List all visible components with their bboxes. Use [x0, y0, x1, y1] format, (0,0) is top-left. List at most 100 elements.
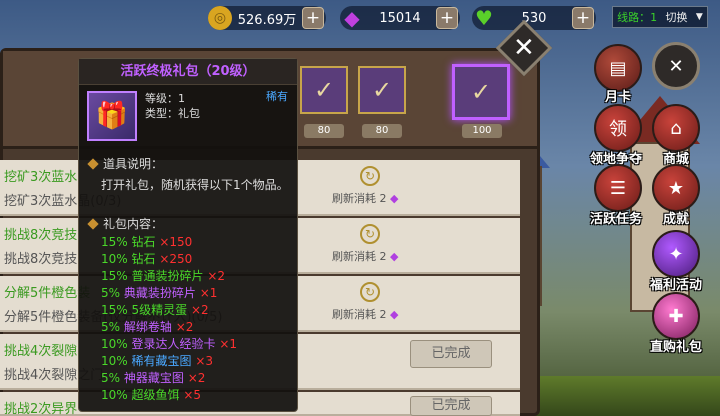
reward-chest-selected[interactable]: ✓: [452, 64, 510, 120]
side-menu-label: 直购礼包: [649, 340, 702, 355]
stamina-currency: ♥ 530 +: [472, 6, 596, 30]
refresh-cost: 刷新消耗 2 ◆: [332, 190, 398, 206]
side-menu-label: 成就: [662, 212, 689, 227]
reward-count: ×2: [190, 303, 209, 317]
reward-count: ×250: [159, 252, 193, 266]
gem-icon: ◆: [390, 192, 399, 205]
gift-box-icon: 🎁: [87, 91, 137, 141]
server-line-selector[interactable]: 线路：1 切换 ▼: [612, 6, 708, 28]
territory-icon[interactable]: 领: [594, 104, 642, 152]
refresh-icon[interactable]: ↻: [360, 224, 380, 244]
add-gems-button[interactable]: +: [436, 7, 458, 29]
reward-name: 解绑卷轴: [123, 320, 172, 334]
task-title: 挖矿3次蓝水: [4, 170, 78, 185]
reward-item: 15% 5级精灵蛋 ×2: [101, 303, 209, 317]
refresh-cost-text: 刷新消耗 2: [332, 192, 387, 205]
gem-icon: ◆: [390, 250, 399, 263]
reward-chest[interactable]: ✓: [300, 66, 348, 114]
reward-name: 普通装扮碎片: [131, 269, 204, 283]
refresh-cost-text: 刷新消耗 2: [332, 308, 387, 321]
refresh-cost: 刷新消耗 2 ◆: [332, 306, 398, 322]
reward-count: ×3: [195, 354, 214, 368]
refresh-icon[interactable]: ↻: [360, 282, 380, 302]
welfare-icon[interactable]: ✦: [652, 230, 700, 278]
reward-item: 10% 超级鱼饵 ×5: [101, 388, 201, 402]
reward-name: 钻石: [131, 252, 156, 266]
reward-count: ×2: [175, 320, 194, 334]
active-task-icon[interactable]: ☰: [594, 164, 642, 212]
reward-item: 10% 稀有藏宝图 ×3: [101, 354, 213, 368]
item-type: 类型：礼包: [145, 107, 200, 120]
chest-threshold: 100: [462, 124, 502, 138]
diamond-bullet-icon: [87, 158, 99, 170]
reward-pct: 5%: [101, 320, 121, 334]
reward-count: ×150: [159, 235, 193, 249]
task-detail: 挑战8次竞技: [4, 252, 78, 267]
reward-name: 5级精灵蛋: [131, 303, 188, 317]
gold-coin-icon: ◎: [208, 6, 232, 30]
reward-count: ×5: [183, 388, 202, 402]
side-menu-label: 福利活动: [649, 278, 702, 293]
item-level: 等级：1: [145, 92, 185, 105]
reward-chest[interactable]: ✓: [358, 66, 406, 114]
refresh-cost: 刷新消耗 2 ◆: [332, 248, 398, 264]
shop-icon[interactable]: ⌂: [652, 104, 700, 152]
close-menu-icon[interactable]: ✕: [652, 42, 700, 90]
gem-icon: ◆: [344, 6, 360, 30]
gold-currency: ◎ 526.69万 +: [208, 6, 326, 30]
tooltip-title: 活跃终极礼包（20级）: [79, 59, 297, 85]
chest-threshold: 80: [304, 124, 344, 138]
reward-pct: 15%: [101, 269, 128, 283]
diamond-bullet-icon: [87, 218, 99, 230]
reward-pct: 10%: [101, 354, 128, 368]
switch-label: 切换: [665, 11, 688, 24]
contents-header: 礼包内容：: [87, 215, 164, 232]
desc-header-text: 道具说明：: [103, 157, 164, 171]
reward-item: 10% 登录达人经验卡 ×1: [101, 337, 237, 351]
reward-name: 典藏装扮碎片: [123, 286, 196, 300]
reward-pct: 10%: [101, 252, 128, 266]
add-stamina-button[interactable]: +: [572, 7, 594, 29]
reward-item: 5% 典藏装扮碎片 ×1: [101, 286, 217, 300]
chevron-down-icon: ▼: [695, 12, 703, 22]
task-title: 挑战2次异界: [4, 402, 78, 416]
reward-count: ×2: [187, 371, 206, 385]
contents-header-text: 礼包内容：: [103, 217, 164, 231]
add-gold-button[interactable]: +: [302, 7, 324, 29]
gold-amount: 526.69万: [237, 12, 297, 28]
refresh-cost-text: 刷新消耗 2: [332, 250, 387, 263]
heart-icon: ♥: [475, 6, 493, 30]
month-card-icon[interactable]: ▤: [594, 44, 642, 92]
reward-item: 10% 钻石 ×250: [101, 252, 192, 266]
reward-name: 超级鱼饵: [131, 388, 180, 402]
reward-name: 登录达人经验卡: [131, 337, 216, 351]
gem-amount: 15014: [379, 10, 421, 26]
stamina-amount: 530: [521, 10, 547, 26]
completed-button[interactable]: 已完成: [410, 340, 492, 368]
refresh-icon[interactable]: ↻: [360, 166, 380, 186]
close-icon: ✕: [513, 32, 535, 63]
lock-icon: ✓: [313, 76, 335, 104]
reward-count: ×2: [207, 269, 226, 283]
rarity-tag: 稀有: [266, 90, 288, 103]
reward-item: 5% 神器藏宝图 ×2: [101, 371, 205, 385]
gift-pack-icon[interactable]: ✚: [652, 292, 700, 340]
reward-item: 15% 钻石 ×150: [101, 235, 192, 249]
side-menu-label: 月卡: [604, 90, 631, 105]
item-description: 打开礼包，随机获得以下1个物品。: [101, 178, 289, 192]
item-tooltip: 活跃终极礼包（20级） 🎁 等级：1 类型：礼包 道具说明： 打开礼包，随机获得…: [78, 58, 298, 412]
reward-pct: 15%: [101, 303, 128, 317]
achievement-icon[interactable]: ★: [652, 164, 700, 212]
reward-name: 稀有藏宝图: [131, 354, 192, 368]
completed-button[interactable]: 已完成: [410, 396, 492, 416]
gem-currency: ◆ 15014 +: [340, 6, 460, 30]
desc-header: 道具说明：: [87, 155, 164, 172]
gem-icon: ◆: [390, 308, 399, 321]
reward-name: 钻石: [131, 235, 156, 249]
reward-count: ×1: [199, 286, 218, 300]
check-icon: ✓: [470, 78, 492, 106]
reward-item: 15% 普通装扮碎片 ×2: [101, 269, 225, 283]
tooltip-meta: 等级：1 类型：礼包: [145, 91, 200, 121]
reward-count: ×1: [219, 337, 238, 351]
reward-pct: 10%: [101, 388, 128, 402]
